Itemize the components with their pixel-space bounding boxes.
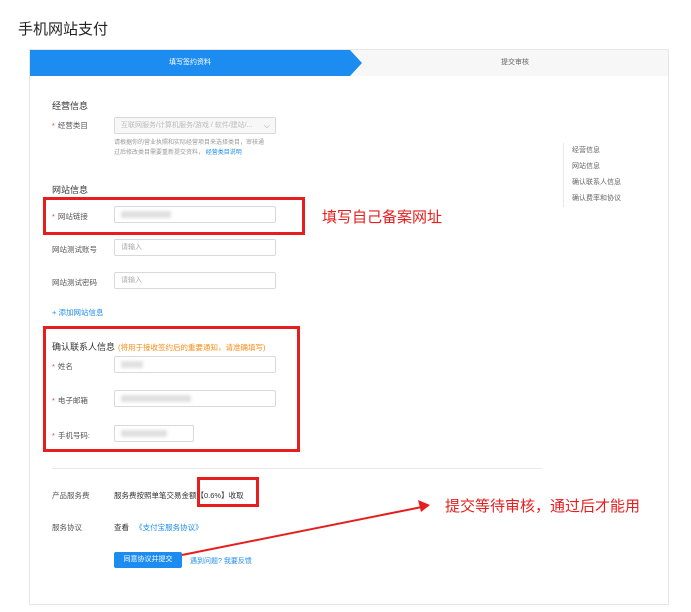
annotation-submit-note: 提交等待审核，通过后才能用: [445, 498, 641, 515]
annotation-arrow: [181, 500, 430, 556]
